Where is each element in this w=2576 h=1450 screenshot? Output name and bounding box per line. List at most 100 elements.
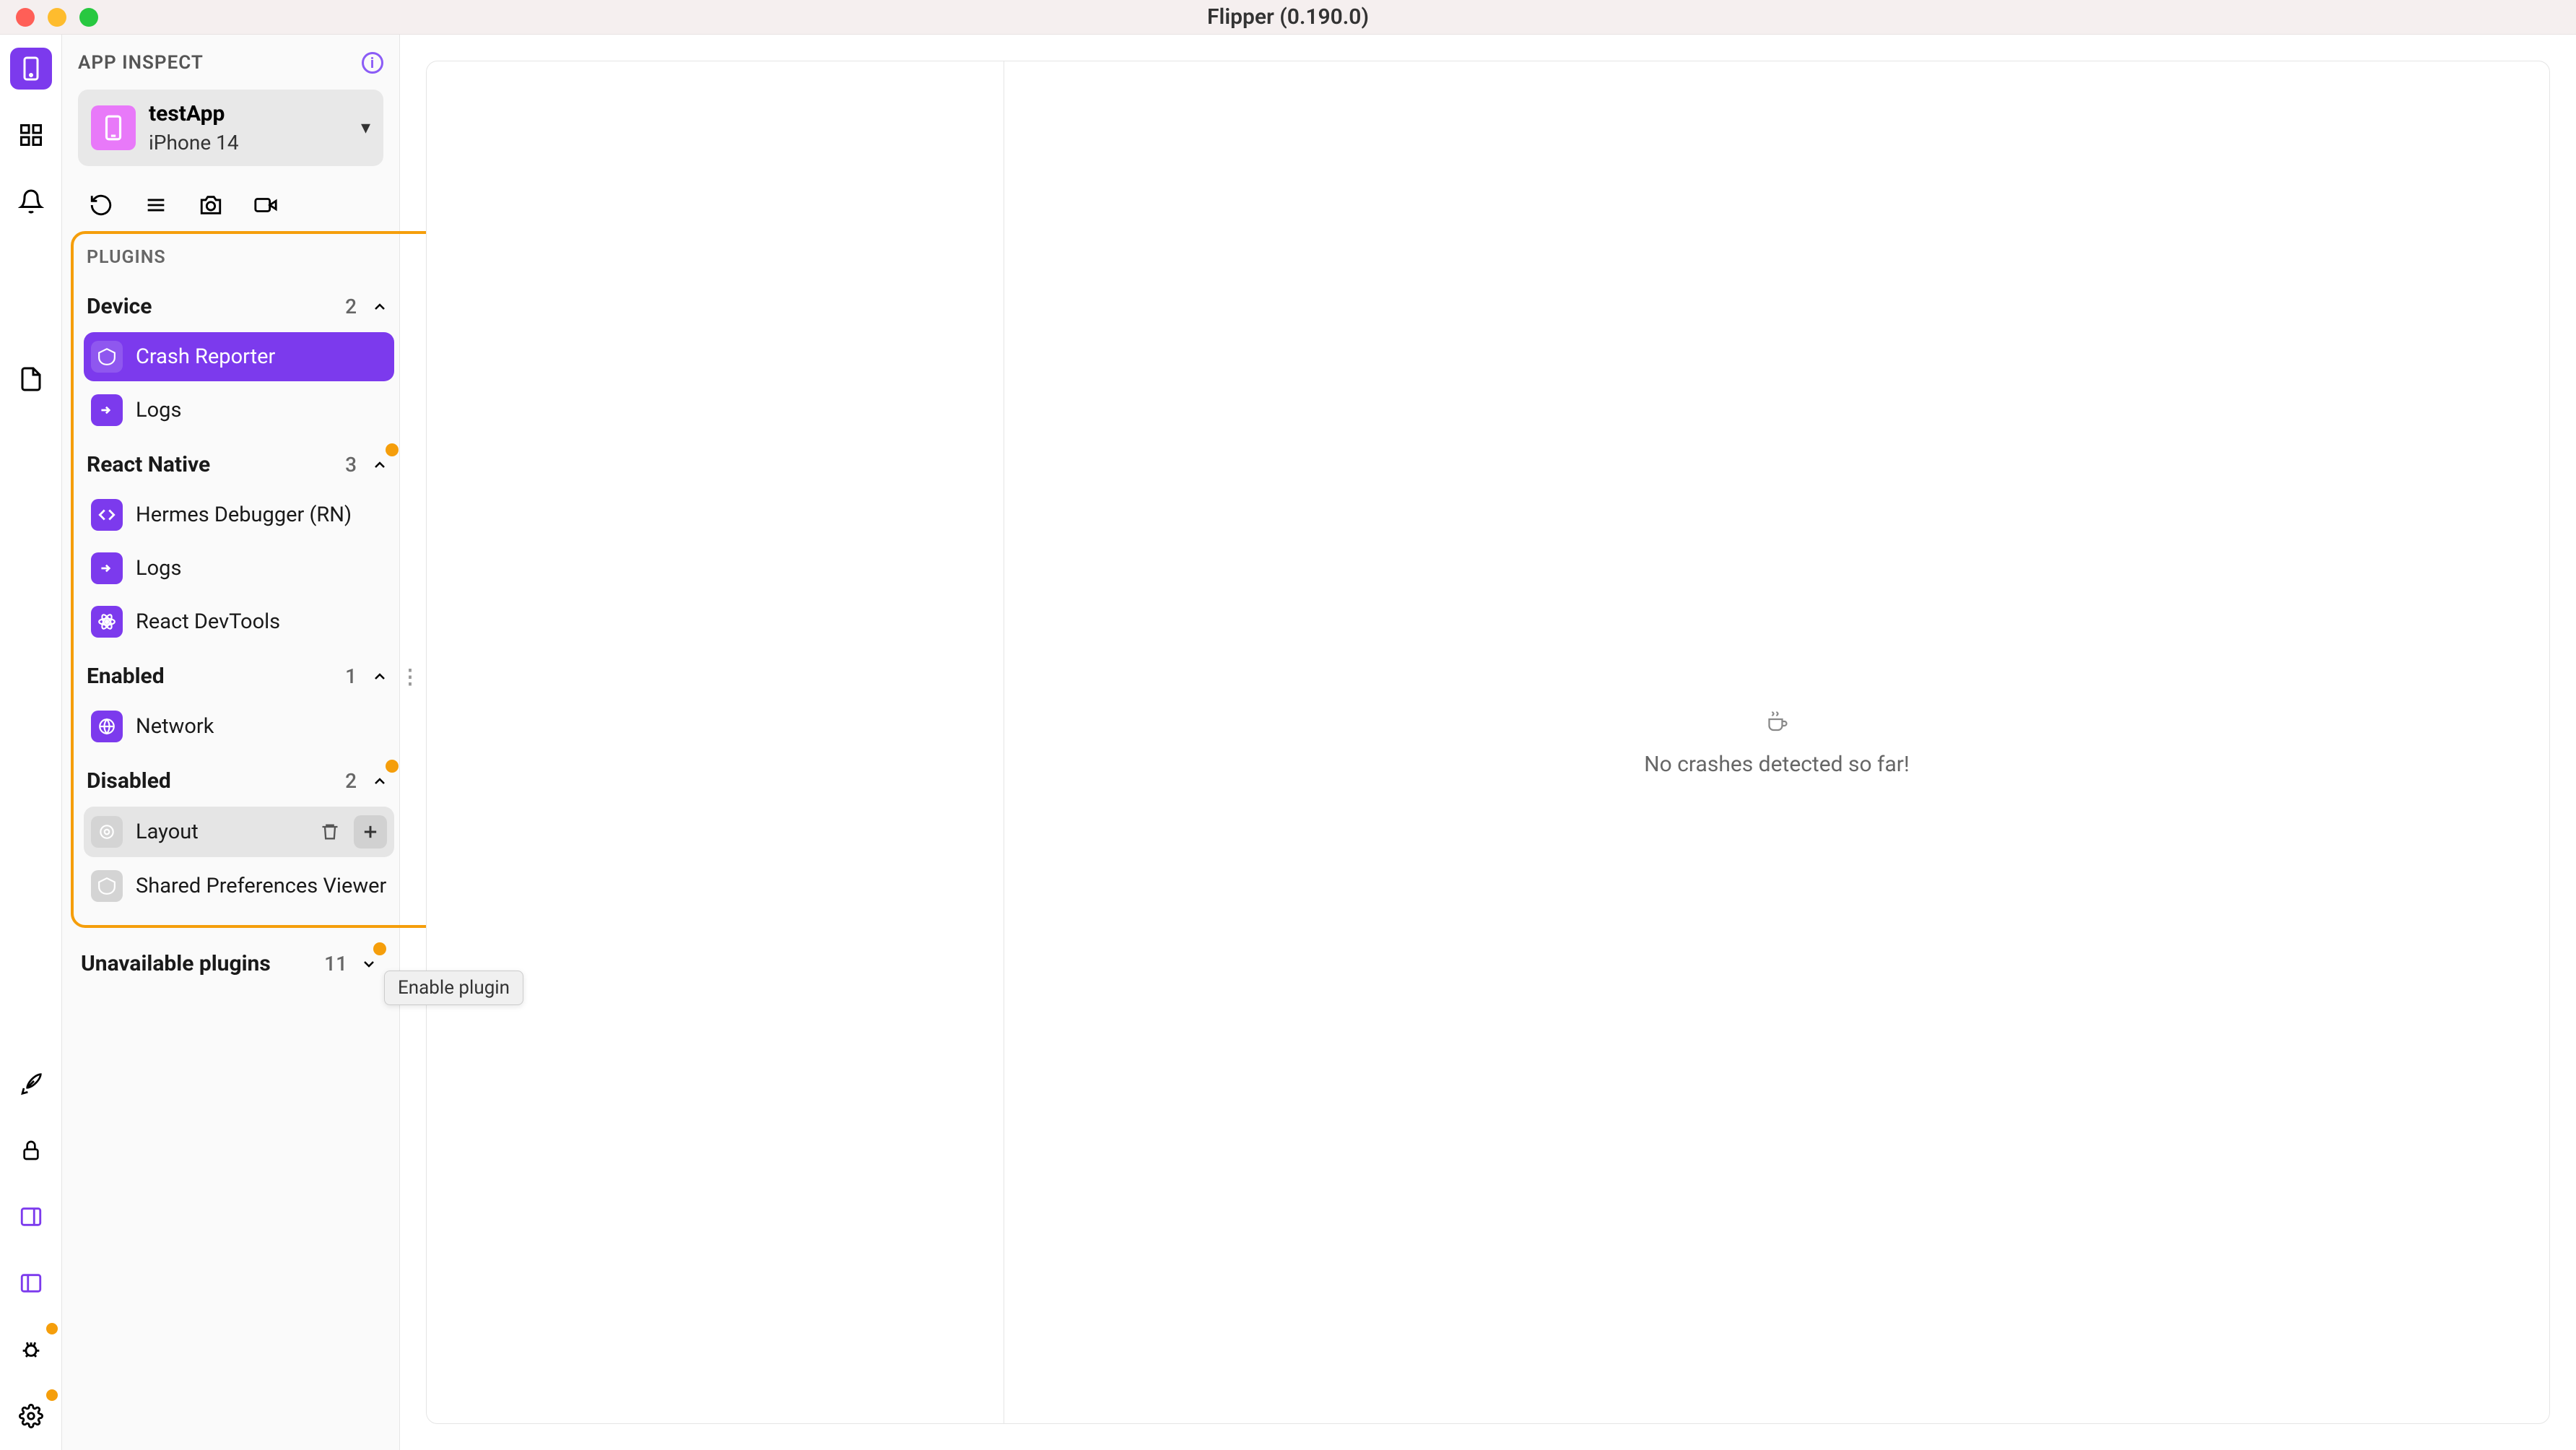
nav-lock[interactable] [10, 1129, 52, 1171]
plugin-network[interactable]: Network [84, 702, 394, 751]
nav-bug[interactable] [10, 1329, 52, 1371]
attention-dot [386, 760, 399, 773]
phone-icon [100, 114, 127, 142]
device-selector[interactable]: testApp iPhone 14 ▾ [78, 90, 383, 166]
chevron-down-icon [360, 955, 378, 973]
document-icon [18, 366, 44, 392]
nav-rocket[interactable] [10, 1063, 52, 1105]
plugin-label: React DevTools [136, 609, 387, 634]
action-row [78, 186, 383, 235]
nav-document[interactable] [10, 358, 52, 400]
minimize-window-button[interactable] [48, 8, 66, 27]
grid-icon [18, 122, 44, 148]
left-nav-rail [0, 35, 62, 1450]
plugin-logs-rn[interactable]: Logs [84, 544, 394, 593]
device-info: testApp iPhone 14 [149, 100, 348, 156]
plugin-label: Network [136, 714, 387, 739]
chevron-up-icon [371, 773, 388, 790]
chevron-up-icon [371, 456, 388, 474]
group-label: Enabled [87, 664, 165, 689]
selected-device-name: iPhone 14 [149, 129, 348, 157]
layout-icon [91, 816, 123, 848]
group-count: 11 [324, 952, 347, 976]
plugin-label: Crash Reporter [136, 344, 387, 369]
enable-plugin-button[interactable] [354, 815, 387, 848]
reload-icon [89, 193, 113, 217]
group-count: 2 [345, 769, 357, 793]
group-count: 2 [345, 295, 357, 318]
nav-panel-left[interactable] [10, 1262, 52, 1304]
video-icon [253, 193, 278, 217]
plugin-label: Shared Preferences Viewer [136, 874, 387, 898]
plugin-label: Layout [136, 820, 300, 844]
plugin-label: Hermes Debugger (RN) [136, 503, 387, 527]
logs-icon [91, 552, 123, 584]
delete-plugin-button[interactable] [313, 815, 347, 848]
globe-icon [91, 711, 123, 742]
chevron-up-icon [371, 668, 388, 685]
menu-icon [144, 193, 168, 217]
plugin-shared-preferences[interactable]: Shared Preferences Viewer [84, 861, 394, 911]
nav-settings[interactable] [10, 1395, 52, 1437]
rocket-icon [19, 1072, 43, 1095]
trash-icon [320, 822, 340, 842]
inspect-header-label: APP INSPECT [78, 52, 204, 74]
lock-icon [19, 1139, 43, 1162]
empty-message: No crashes detected so far! [1644, 752, 1909, 777]
group-count: 3 [345, 453, 357, 477]
plugin-crash-reporter[interactable]: Crash Reporter [84, 332, 394, 381]
logs-icon [91, 394, 123, 426]
inspect-header: APP INSPECT i [78, 52, 383, 74]
reload-button[interactable] [88, 192, 114, 218]
plugin-logs-device[interactable]: Logs [84, 386, 394, 435]
record-button[interactable] [253, 192, 279, 218]
content-right-pane: No crashes detected so far! [1004, 61, 2549, 1423]
selected-app-name: testApp [149, 100, 348, 129]
plus-icon [360, 822, 380, 842]
phone-icon [18, 56, 44, 82]
plugin-group-unavailable[interactable]: Unavailable plugins 11 [78, 937, 383, 985]
device-icon [91, 105, 136, 150]
plugin-group-disabled[interactable]: Disabled 2 [84, 755, 394, 807]
plugin-group-enabled[interactable]: Enabled 1 ⋮ [84, 651, 394, 702]
plugins-header: PLUGINS [87, 247, 394, 268]
nav-app-inspect[interactable] [10, 48, 52, 90]
window-title: Flipper (0.190.0) [1207, 4, 1369, 30]
gear-icon [19, 1404, 43, 1428]
group-label: Disabled [87, 768, 171, 794]
more-options-button[interactable]: ⋮ [400, 664, 420, 688]
nav-notifications[interactable] [10, 181, 52, 222]
plugin-react-devtools[interactable]: React DevTools [84, 597, 394, 646]
info-icon[interactable]: i [362, 52, 383, 74]
group-label: Unavailable plugins [81, 951, 271, 976]
attention-dot [386, 443, 399, 456]
chevron-up-icon [371, 298, 388, 316]
bell-icon [18, 188, 44, 214]
code-icon [91, 499, 123, 531]
react-icon [91, 606, 123, 638]
maximize-window-button[interactable] [79, 8, 98, 27]
plugin-group-device[interactable]: Device 2 [84, 281, 394, 332]
coffee-icon [1764, 708, 1790, 734]
content-left-pane [427, 61, 1004, 1423]
close-window-button[interactable] [16, 8, 35, 27]
group-label: Device [87, 294, 152, 319]
plugin-layout[interactable]: Layout [84, 807, 394, 857]
attention-dot [373, 942, 386, 955]
attention-dot [46, 1389, 58, 1401]
traffic-lights [0, 8, 98, 27]
screenshot-button[interactable] [198, 192, 224, 218]
menu-button[interactable] [143, 192, 169, 218]
titlebar: Flipper (0.190.0) [0, 0, 2576, 35]
nav-connections[interactable] [10, 114, 52, 156]
plugin-group-react-native[interactable]: React Native 3 [84, 439, 394, 490]
content-pane: No crashes detected so far! [426, 61, 2550, 1424]
plugin-hermes-debugger[interactable]: Hermes Debugger (RN) [84, 490, 394, 539]
camera-icon [199, 193, 223, 217]
box-icon [91, 870, 123, 902]
nav-panel-right[interactable] [10, 1196, 52, 1238]
attention-dot [46, 1323, 58, 1334]
panel-right-icon [19, 1204, 43, 1229]
panel-left-icon [19, 1271, 43, 1295]
main-content: No crashes detected so far! [400, 35, 2576, 1450]
